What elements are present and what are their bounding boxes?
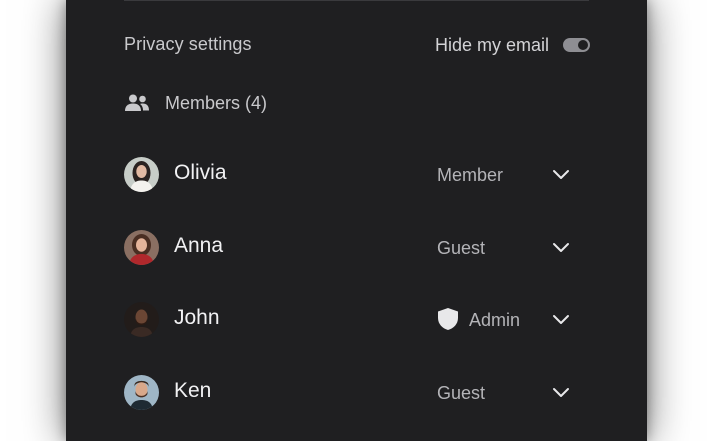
toggle-knob [578,40,588,50]
role-label: Guest [437,382,486,403]
shield-icon [437,307,459,331]
chevron-down-icon[interactable] [552,383,570,401]
member-row-anna: Anna Guest [124,212,590,285]
hide-email-label: Hide my email [434,34,549,55]
role-dropdown[interactable]: Member [437,157,573,191]
hide-email-toggle-control[interactable]: Hide my email [435,30,590,60]
member-name: Olivia [174,161,227,184]
privacy-settings-label: Privacy settings [124,34,252,54]
chevron-down-icon[interactable] [552,238,570,256]
member-name: Ken [174,378,212,402]
members-count-label: Members (4) [165,92,268,113]
role-label: Guest [437,237,486,258]
privacy-settings-row: Privacy settings Hide my email [124,30,590,60]
avatar [124,229,159,265]
member-name: John [174,306,220,329]
avatar [124,302,159,337]
member-row-olivia: Olivia Member [124,139,590,212]
members-panel: Privacy settings Hide my email Members (… [66,0,647,441]
avatar [124,157,159,192]
member-row-john: John Admin [124,284,590,357]
role-dropdown[interactable]: Guest [437,230,573,264]
hide-email-toggle[interactable] [563,38,590,52]
page: Privacy settings Hide my email Members (… [0,0,710,441]
chevron-down-icon[interactable] [552,310,570,328]
divider [124,0,589,1]
members-header: Members (4) [124,88,267,118]
member-row-ken: Ken Guest [124,357,590,430]
role-dropdown[interactable]: Admin [437,302,573,336]
chevron-down-icon[interactable] [552,165,570,183]
role-dropdown[interactable]: Guest [437,375,573,409]
avatar [124,374,159,410]
member-list: Olivia Member Anna Guest John Admin Ken … [124,139,590,429]
role-label: Member [437,165,504,185]
member-name: Anna [174,233,224,257]
role-label: Admin [469,310,521,330]
users-icon [124,93,150,113]
